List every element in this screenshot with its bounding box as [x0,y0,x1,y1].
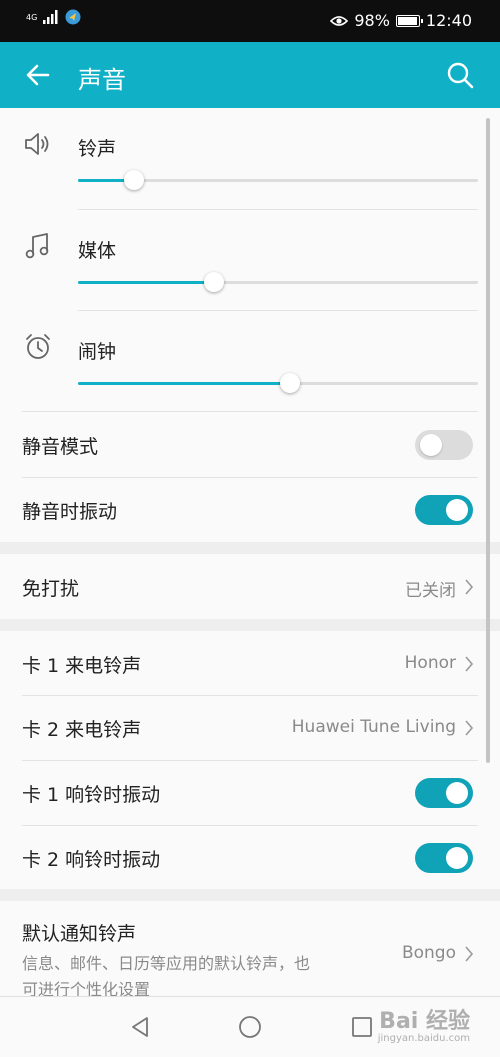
alarm-volume-slider[interactable] [78,371,478,395]
ringtone-volume-slider[interactable] [78,168,478,192]
notification-ringtone-description: 信息、邮件、日历等应用的默认铃声，也可进行个性化设置 [22,954,311,996]
speaker-icon [25,133,49,155]
card2-ringtone-row[interactable]: 卡 2 来电铃声 Huawei Tune Living [0,695,500,760]
settings-content: 铃声 媒体 闹钟 静音模式 静音时振动 免打扰 已关闭 卡 1 来电铃声 Hon… [0,108,500,996]
music-note-icon [25,233,49,259]
card2-vibrate-label: 卡 2 响铃时振动 [22,849,161,871]
card1-vibrate-label: 卡 1 响铃时振动 [22,784,161,806]
screen: 4G 98% 12:40 声音 铃声 媒体 闹钟 静音模式 静音时振动 免打扰 … [0,0,500,1057]
alarm-slider-thumb[interactable] [280,373,300,393]
battery-percent: 98% [354,11,390,30]
back-triangle-icon[interactable] [128,1015,152,1039]
chevron-right-icon [465,656,474,672]
card2-ringtone-value: Huawei Tune Living [291,717,456,737]
alarm-volume-row: 闹钟 [0,311,500,412]
card1-ringtone-value: Honor [404,653,456,673]
dnd-label: 免打扰 [22,578,80,600]
notification-ringtone-value: Bongo [401,943,456,963]
ringtone-volume-row: 铃声 [0,108,500,209]
signal-icon [43,10,58,24]
alarm-volume-label: 闹钟 [78,341,117,363]
dnd-value: 已关闭 [405,581,456,601]
volume-section: 铃声 媒体 闹钟 静音模式 静音时振动 [0,108,500,542]
sim-section: 卡 1 来电铃声 Honor 卡 2 来电铃声 Huawei Tune Livi… [0,631,500,889]
alarm-clock-icon [26,334,50,359]
notification-section: 默认通知铃声 信息、邮件、日历等应用的默认铃声，也可进行个性化设置 Bongo [0,901,500,996]
media-volume-slider[interactable] [78,270,478,294]
search-icon[interactable] [444,59,476,91]
notification-ringtone-label: 默认通知铃声 [22,923,137,945]
network-indicator: 4G [26,12,38,22]
home-circle-icon[interactable] [238,1015,262,1039]
card1-ringtone-label: 卡 1 来电铃声 [22,655,142,677]
media-volume-label: 媒体 [78,240,117,262]
card2-vibrate-toggle[interactable] [415,843,473,873]
watermark: Bai 经验 [379,1009,470,1034]
scrollbar[interactable] [486,118,490,763]
navigation-bar: Bai 经验 jingyan.baidu.com [0,996,500,1057]
media-volume-row: 媒体 [0,210,500,311]
chevron-right-icon [465,579,474,595]
dnd-section: 免打扰 已关闭 [0,554,500,619]
card1-vibrate-toggle[interactable] [415,778,473,808]
chevron-right-icon [465,720,474,736]
status-bar: 4G 98% 12:40 [0,0,500,42]
card1-vibrate-row[interactable]: 卡 1 响铃时振动 [0,760,500,825]
vibrate-silent-row[interactable]: 静音时振动 [0,477,500,542]
dnd-row[interactable]: 免打扰 已关闭 [0,554,500,619]
clock: 12:40 [425,11,472,30]
app-bar: 声音 [0,42,500,108]
recents-square-icon[interactable] [350,1015,374,1039]
silent-mode-label: 静音模式 [22,436,99,458]
ringtone-volume-label: 铃声 [78,138,117,160]
arrow-left-icon[interactable] [22,59,54,91]
app-notification-icon [65,9,81,25]
card2-vibrate-row[interactable]: 卡 2 响铃时振动 [0,825,500,890]
ringtone-slider-thumb[interactable] [124,170,144,190]
battery-icon [395,14,423,27]
media-slider-thumb[interactable] [204,272,224,292]
chevron-right-icon [465,946,474,962]
card2-ringtone-label: 卡 2 来电铃声 [22,719,142,741]
vibrate-silent-toggle[interactable] [415,495,473,525]
vibrate-silent-label: 静音时振动 [22,501,118,523]
eye-comfort-icon [330,15,349,26]
notification-ringtone-row[interactable]: 默认通知铃声 信息、邮件、日历等应用的默认铃声，也可进行个性化设置 Bongo [0,901,500,996]
silent-mode-row[interactable]: 静音模式 [0,412,500,477]
card1-ringtone-row[interactable]: 卡 1 来电铃声 Honor [0,631,500,696]
silent-mode-toggle[interactable] [415,430,473,460]
watermark-url: jingyan.baidu.com [377,1033,470,1044]
page-title: 声音 [78,66,126,94]
